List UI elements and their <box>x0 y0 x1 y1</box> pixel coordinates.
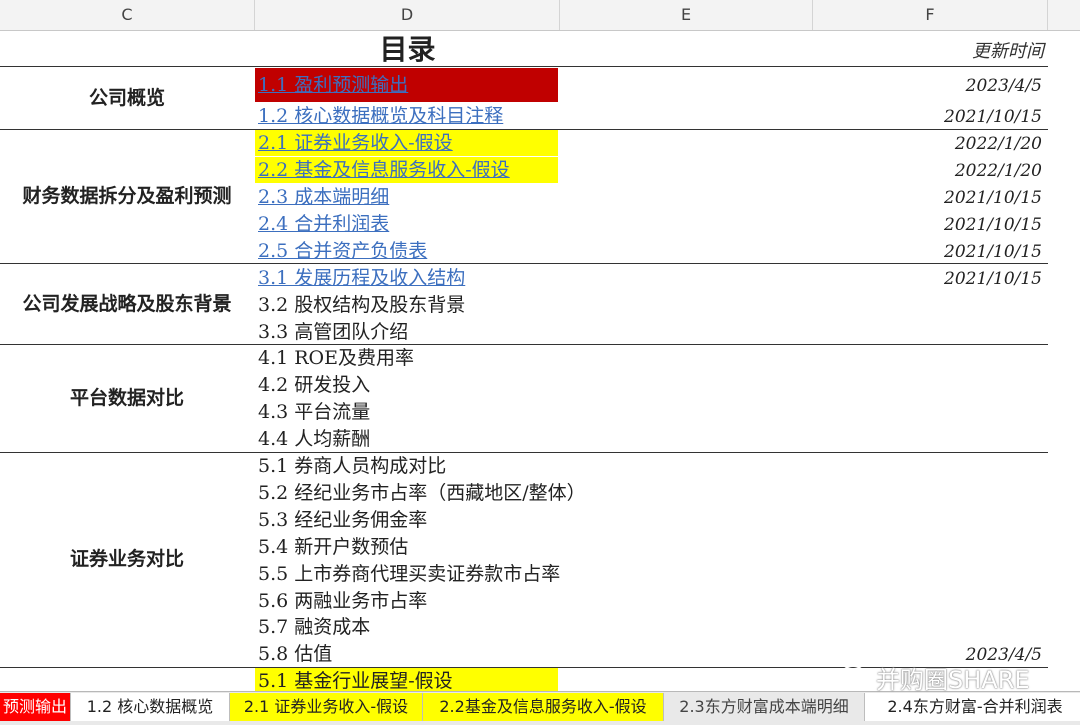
toc-link[interactable]: 2.3 成本端明细 <box>258 185 389 209</box>
sheet-tab[interactable]: 1.2 核心数据概览 <box>71 693 230 721</box>
toc-link[interactable]: 1.2 核心数据概览及科目注释 <box>258 104 503 128</box>
toc-item: 5.7 融资成本 <box>258 616 371 639</box>
section-category: 财务数据拆分及盈利预测 <box>22 185 232 208</box>
toc-link[interactable]: 2.1 证券业务收入-假设 <box>258 131 453 155</box>
sheet-tab[interactable]: 2.4东方财富-合并利润表 <box>865 693 1080 721</box>
toc-link[interactable]: 2.4 合并利润表 <box>258 212 389 236</box>
toc-item: 5.8 估值 <box>258 643 333 666</box>
toc-link[interactable]: 2.2 基金及信息服务收入-假设 <box>258 158 510 182</box>
sheet-tab[interactable]: 2.2基金及信息服务收入-假设 <box>423 693 664 721</box>
sheet-grid: 目录 更新时间 公司概览 1.1 盈利预测输出 2023/4/5 1.2 核心数据概览… <box>0 31 1080 695</box>
toc-link[interactable]: 3.1 发展历程及收入结构 <box>258 266 465 290</box>
column-header-f[interactable]: F <box>813 0 1048 30</box>
toc-item: 5.1 券商人员构成对比 <box>258 455 447 478</box>
column-header-e[interactable]: E <box>560 0 813 30</box>
toc-item: 3.2 股权结构及股东背景 <box>258 293 466 316</box>
section-divider <box>0 263 1048 265</box>
sheet-tab[interactable]: 2.1 证券业务收入-假设 <box>230 693 423 721</box>
update-date: 2022/1/20 <box>954 134 1042 155</box>
toc-item: 4.1 ROE及费用率 <box>258 347 415 370</box>
update-date: 2023/4/5 <box>965 76 1042 97</box>
toc-item: 5.1 基金行业展望-假设 <box>258 670 453 693</box>
update-time-label: 更新时间 <box>972 41 1044 62</box>
update-date: 2021/10/15 <box>944 241 1042 262</box>
toc-item: 5.2 经纪业务市占率（西藏地区/整体） <box>258 481 586 504</box>
toc-item: 5.3 经纪业务佣金率 <box>258 508 428 531</box>
update-date: 2021/10/15 <box>944 107 1042 128</box>
section-category: 公司概览 <box>88 86 165 109</box>
toc-item: 4.2 研发投入 <box>258 374 371 397</box>
section-divider <box>0 344 1048 345</box>
page-title: 目录 <box>379 33 436 66</box>
watermark-text: 并购圈SHARE <box>876 666 1030 694</box>
column-header-row: C D E F <box>0 0 1080 31</box>
section-category: 平台数据对比 <box>69 386 184 409</box>
section-category: 公司发展战略及股东背景 <box>22 292 232 315</box>
wechat-icon <box>841 665 873 687</box>
column-header-c[interactable]: C <box>0 0 255 30</box>
update-date: 2021/10/15 <box>944 268 1042 289</box>
section-divider <box>0 66 1048 67</box>
sheet-tab[interactable]: 预测输出 <box>0 693 71 721</box>
update-date: 2021/10/15 <box>944 214 1042 235</box>
toc-item: 4.4 人均薪酬 <box>258 428 371 451</box>
toc-link[interactable]: 1.1 盈利预测输出 <box>258 73 408 97</box>
toc-item: 4.3 平台流量 <box>258 401 371 424</box>
toc-link[interactable]: 2.5 合并资产负债表 <box>258 239 427 263</box>
toc-item: 5.6 两融业务市占率 <box>258 589 428 612</box>
update-date: 2021/10/15 <box>944 188 1042 209</box>
update-date: 2022/1/20 <box>954 161 1042 182</box>
column-header-d[interactable]: D <box>255 0 560 30</box>
sheet-tab[interactable]: 2.3东方财富成本端明细 <box>664 693 865 721</box>
section-divider <box>0 451 1048 453</box>
sheet-tab-bar: 预测输出 1.2 核心数据概览 2.1 证券业务收入-假设 2.2基金及信息服务收入-… <box>0 691 1080 725</box>
toc-item: 5.5 上市券商代理买卖证券款市占率 <box>258 562 561 585</box>
toc-item: 3.3 高管团队介绍 <box>258 320 409 343</box>
section-category: 证券业务对比 <box>69 548 184 571</box>
toc-item: 5.4 新开户数预估 <box>258 535 409 558</box>
